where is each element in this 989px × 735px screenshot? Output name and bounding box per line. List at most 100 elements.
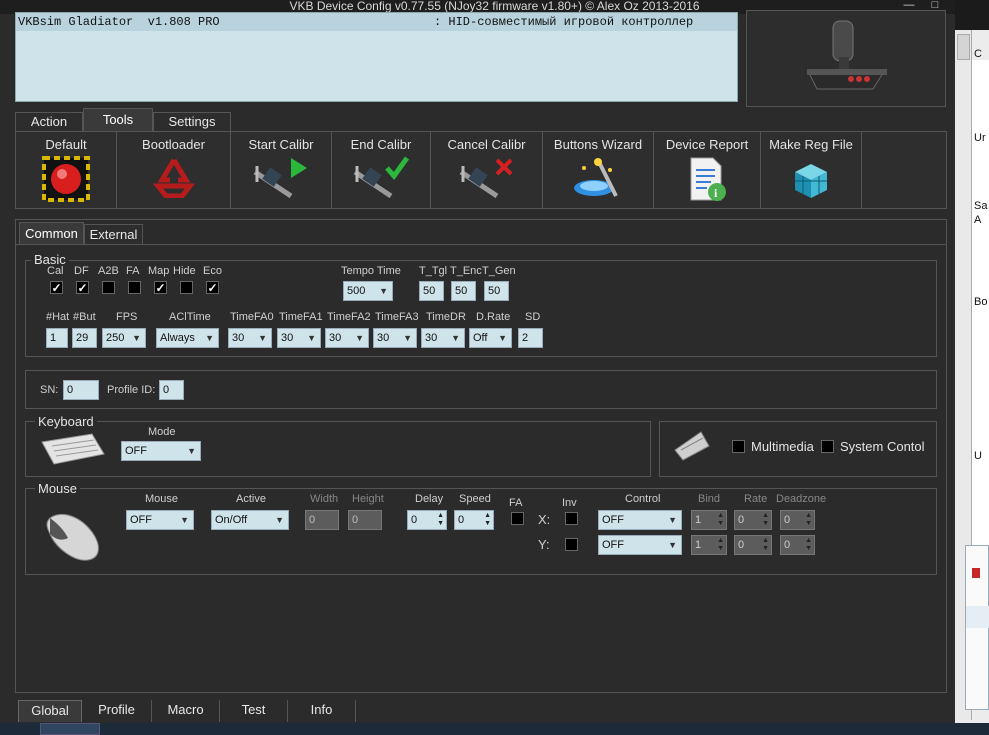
joystick-image bbox=[746, 10, 946, 107]
mouse-delay-spinner[interactable]: 0 ▲ ▼ bbox=[407, 510, 447, 530]
spinner-arrows-icon[interactable]: ▲ ▼ bbox=[762, 537, 769, 553]
flag-df-checkbox[interactable]: ✓ bbox=[76, 281, 89, 294]
hat-input[interactable]: 1 bbox=[46, 328, 68, 348]
mouse-deadzone-x-value: 0 bbox=[784, 514, 791, 526]
tab-common[interactable]: Common bbox=[19, 222, 84, 244]
device-name[interactable]: VKBsim Gladiator v1.808 PRO bbox=[18, 15, 220, 29]
buttons-wizard-button[interactable]: Buttons Wizard bbox=[543, 132, 654, 208]
mouse-rate-x-spinner[interactable]: 0 ▲ ▼ bbox=[734, 510, 772, 530]
spinner-arrows-icon[interactable]: ▲ ▼ bbox=[484, 512, 491, 528]
tab-global[interactable]: Global bbox=[18, 700, 82, 722]
keyboard-mode-select[interactable]: OFF bbox=[121, 441, 201, 461]
fragment-text-sa: Sa bbox=[974, 200, 988, 212]
mouse-control-x-select[interactable]: OFF bbox=[598, 510, 682, 530]
tempo-time-select[interactable]: 500 bbox=[343, 281, 393, 301]
timedr-select[interactable]: 30 bbox=[421, 328, 465, 348]
mouse-active-label: Active bbox=[236, 493, 266, 505]
taskbar-app-button[interactable] bbox=[40, 723, 100, 735]
t-gen-input[interactable]: 50 bbox=[484, 281, 509, 301]
spinner-arrows-icon[interactable]: ▲ ▼ bbox=[805, 512, 812, 528]
spinner-arrows-icon[interactable]: ▲ ▼ bbox=[717, 512, 724, 528]
make-reg-file-label: Make Reg File bbox=[769, 137, 853, 152]
t-enc-label: T_Enc bbox=[450, 265, 482, 277]
timefa0-label: TimeFA0 bbox=[230, 311, 274, 323]
mouse-inv-x-checkbox[interactable] bbox=[565, 512, 578, 525]
flag-a2b-checkbox[interactable] bbox=[102, 281, 115, 294]
mouse-bind-x-value: 1 bbox=[695, 514, 702, 526]
sd-input[interactable]: 2 bbox=[518, 328, 543, 348]
mouse-bind-x-spinner[interactable]: 1 ▲ ▼ bbox=[691, 510, 727, 530]
tab-profile[interactable]: Profile bbox=[82, 700, 152, 722]
subtab-divider bbox=[15, 244, 947, 245]
mouse-deadzone-y-value: 0 bbox=[784, 539, 791, 551]
spinner-arrows-icon[interactable]: ▲ ▼ bbox=[437, 512, 444, 528]
mouse-fa-checkbox[interactable] bbox=[511, 512, 524, 525]
cancel-calibr-button[interactable]: Cancel Calibr bbox=[431, 132, 543, 208]
tab-test[interactable]: Test bbox=[220, 700, 288, 722]
flag-eco-checkbox[interactable]: ✓ bbox=[206, 281, 219, 294]
mouse-rate-y-value: 0 bbox=[738, 539, 745, 551]
end-calibr-label: End Calibr bbox=[350, 137, 412, 152]
flag-fa-label: FA bbox=[126, 265, 140, 277]
but-input[interactable]: 29 bbox=[72, 328, 97, 348]
mouse-rate-y-spinner[interactable]: 0 ▲ ▼ bbox=[734, 535, 772, 555]
mouse-height-input[interactable]: 0 bbox=[348, 510, 382, 530]
mouse-width-input[interactable]: 0 bbox=[305, 510, 339, 530]
flag-cal-label: Cal bbox=[47, 265, 64, 277]
spinner-arrows-icon[interactable]: ▲ ▼ bbox=[717, 537, 724, 553]
mouse-control-y-select[interactable]: OFF bbox=[598, 535, 682, 555]
flag-hide-checkbox[interactable] bbox=[180, 281, 193, 294]
spinner-arrows-icon[interactable]: ▲ ▼ bbox=[762, 512, 769, 528]
tab-tools[interactable]: Tools bbox=[83, 108, 153, 131]
bootloader-button[interactable]: Bootloader bbox=[117, 132, 231, 208]
mouse-inv-y-checkbox[interactable] bbox=[565, 538, 578, 551]
buttons-wizard-label: Buttons Wizard bbox=[553, 137, 643, 152]
sn-input[interactable]: 0 bbox=[63, 380, 99, 400]
tab-info[interactable]: Info bbox=[288, 700, 356, 722]
device-report-label: Device Report bbox=[665, 137, 749, 152]
profile-id-label: Profile ID: bbox=[107, 384, 156, 396]
device-list[interactable]: VKBsim Gladiator v1.808 PRO : HID-совмес… bbox=[15, 12, 738, 102]
timefa1-select[interactable]: 30 bbox=[277, 328, 321, 348]
timefa2-select[interactable]: 30 bbox=[325, 328, 369, 348]
timefa3-select[interactable]: 30 bbox=[373, 328, 417, 348]
timedr-label: TimeDR bbox=[426, 311, 466, 323]
multimedia-label: Multimedia bbox=[751, 439, 814, 454]
multimedia-checkbox[interactable] bbox=[732, 440, 745, 453]
make-reg-file-button[interactable]: Make Reg File bbox=[761, 132, 862, 208]
fps-select[interactable]: 250 bbox=[102, 328, 146, 348]
mouse-mode-select[interactable]: OFF bbox=[126, 510, 194, 530]
mouse-rate-label: Rate bbox=[744, 493, 768, 505]
mouse-deadzone-y-spinner[interactable]: 0 ▲ ▼ bbox=[780, 535, 815, 555]
end-calibr-button[interactable]: End Calibr bbox=[332, 132, 431, 208]
mouse-y-label: Y: bbox=[538, 537, 550, 552]
start-calibr-button[interactable]: Start Calibr bbox=[231, 132, 332, 208]
tab-action[interactable]: Action bbox=[15, 112, 83, 131]
flag-map-checkbox[interactable]: ✓ bbox=[154, 281, 167, 294]
mouse-speed-spinner[interactable]: 0 ▲ ▼ bbox=[454, 510, 494, 530]
flag-fa-checkbox[interactable] bbox=[128, 281, 141, 294]
acltime-select[interactable]: Always bbox=[156, 328, 219, 348]
scrollbar-thumb[interactable] bbox=[957, 34, 970, 60]
mouse-deadzone-x-spinner[interactable]: 0 ▲ ▼ bbox=[780, 510, 815, 530]
spinner-arrows-icon[interactable]: ▲ ▼ bbox=[805, 537, 812, 553]
system-control-checkbox[interactable] bbox=[821, 440, 834, 453]
mouse-active-select[interactable]: On/Off bbox=[211, 510, 289, 530]
joystick-icon bbox=[807, 20, 887, 90]
registry-icon bbox=[795, 164, 827, 198]
default-button[interactable]: Default bbox=[16, 132, 117, 208]
device-report-button[interactable]: Device Report i bbox=[654, 132, 761, 208]
t-tgl-input[interactable]: 50 bbox=[419, 281, 444, 301]
report-icon: i bbox=[690, 157, 726, 201]
tab-settings[interactable]: Settings bbox=[153, 112, 231, 131]
mouse-bind-y-spinner[interactable]: 1 ▲ ▼ bbox=[691, 535, 727, 555]
tab-macro[interactable]: Macro bbox=[152, 700, 220, 722]
flag-cal-checkbox[interactable]: ✓ bbox=[50, 281, 63, 294]
t-gen-label: T_Gen bbox=[482, 265, 516, 277]
profile-id-input[interactable]: 0 bbox=[159, 380, 184, 400]
tab-external[interactable]: External bbox=[84, 224, 143, 244]
t-enc-input[interactable]: 50 bbox=[451, 281, 476, 301]
timefa0-select[interactable]: 30 bbox=[228, 328, 272, 348]
drate-select[interactable]: Off bbox=[469, 328, 512, 348]
flag-df-label: DF bbox=[74, 265, 89, 277]
